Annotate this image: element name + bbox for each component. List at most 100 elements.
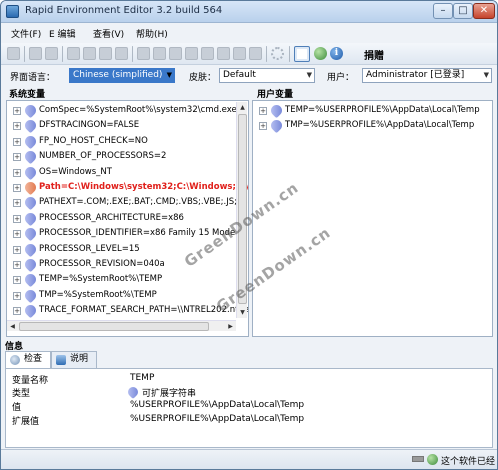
- options-bar: 界面语言： Chinese (simplified) ▼ 皮肤： Default…: [1, 66, 497, 86]
- skin-select-value: Default: [223, 70, 256, 80]
- scroll-up-icon[interactable]: ▲: [237, 102, 248, 113]
- variable-row[interactable]: + FP_NO_HOST_CHECK=NO: [7, 133, 248, 150]
- paste-icon[interactable]: [99, 47, 112, 60]
- user-label: 用户：: [327, 73, 355, 83]
- expand-icon[interactable]: +: [13, 245, 21, 254]
- variable-row[interactable]: + TEMP=%SystemRoot%\TEMP: [7, 272, 248, 288]
- variable-row[interactable]: + Path=C:\Windows\system32;C:\Windows;C:\: [7, 179, 249, 196]
- tab-inspect-label: 检查: [24, 354, 43, 364]
- expand-icon[interactable]: +: [13, 276, 21, 285]
- tag-icon[interactable]: [217, 47, 230, 60]
- variable-row[interactable]: + TMP=%USERPROFILE%\AppData\Local\Temp: [253, 117, 492, 134]
- save-icon[interactable]: [7, 47, 20, 60]
- menu-help[interactable]: 帮助(H): [136, 27, 168, 40]
- scroll-thumb[interactable]: [238, 114, 247, 304]
- expand-icon[interactable]: +: [259, 122, 267, 130]
- expand-icon[interactable]: +: [13, 230, 21, 239]
- variable-tag-icon: [22, 210, 39, 227]
- variable-row[interactable]: + OS=Windows_NT: [7, 164, 248, 180]
- expand-icon[interactable]: +: [13, 168, 21, 177]
- edit-icon[interactable]: [169, 47, 182, 60]
- variable-text: DFSTRACINGON=FALSE: [39, 120, 140, 131]
- toolbar-separator: [266, 46, 267, 62]
- language-select-value: Chinese (simplified): [73, 70, 163, 80]
- language-select[interactable]: Chinese (simplified) ▼: [69, 68, 175, 83]
- variable-text: NUMBER_OF_PROCESSORS=2: [39, 151, 167, 162]
- menu-edit[interactable]: E 编辑: [49, 27, 76, 40]
- expand-icon[interactable]: +: [13, 107, 21, 115]
- toolbar-separator: [132, 46, 133, 62]
- expand-icon[interactable]: +: [13, 122, 21, 131]
- expand-icon[interactable]: +: [13, 199, 21, 208]
- insert-file-icon[interactable]: [185, 47, 198, 60]
- maximize-button[interactable]: □: [453, 3, 473, 19]
- scroll-thumb[interactable]: [19, 322, 209, 331]
- toolbar: i: [1, 43, 497, 65]
- variable-row[interactable]: + PROCESSOR_ARCHITECTURE=x86: [7, 210, 248, 227]
- gear-icon[interactable]: [271, 47, 284, 60]
- expand-icon[interactable]: +: [13, 307, 21, 316]
- title-bar: Rapid Environment Editor 3.2 build 564 –…: [1, 1, 497, 23]
- scroll-left-icon[interactable]: ◀: [7, 321, 18, 332]
- variable-row[interactable]: + TRACE_FORMAT_SEARCH_PATH=\\NTREL202.ntd…: [7, 302, 248, 319]
- info-row: 类型 可扩展字符串: [6, 384, 492, 400]
- variable-row[interactable]: + TEMP=%USERPROFILE%\AppData\Local\Temp: [253, 102, 492, 119]
- variable-tag-icon: [268, 102, 285, 119]
- donate-button[interactable]: 捐赠: [364, 47, 384, 62]
- expand-icon[interactable]: +: [13, 291, 21, 300]
- minimize-button[interactable]: –: [433, 3, 453, 19]
- scroll-right-icon[interactable]: ▶: [225, 321, 236, 332]
- warning-tag-icon: [22, 179, 39, 196]
- expand-icon[interactable]: +: [13, 137, 21, 146]
- expand-icon[interactable]: +: [13, 261, 21, 269]
- user-select-value: Administrator [已登录]: [366, 70, 465, 80]
- cut-icon[interactable]: [67, 47, 80, 60]
- expand-icon[interactable]: +: [13, 153, 21, 162]
- window-view-icon[interactable]: [294, 46, 310, 62]
- expand-icon[interactable]: +: [13, 214, 21, 223]
- redo-icon[interactable]: [45, 47, 58, 60]
- move-up-icon[interactable]: [233, 47, 246, 60]
- info-icon[interactable]: i: [330, 47, 343, 60]
- delete-icon[interactable]: [115, 47, 128, 60]
- copy-icon[interactable]: [83, 47, 96, 60]
- variable-row[interactable]: + DFSTRACINGON=FALSE: [7, 118, 248, 134]
- info-value: %USERPROFILE%\AppData\Local\Temp: [130, 414, 305, 424]
- variable-row[interactable]: + PATHEXT=.COM;.EXE;.BAT;.CMD;.VBS;.VBE;.…: [7, 195, 248, 211]
- variable-tag-icon: [22, 287, 39, 304]
- tab-description-label: 说明: [70, 354, 89, 364]
- undo-icon[interactable]: [29, 47, 42, 60]
- tab-inspect[interactable]: 检查: [5, 351, 51, 369]
- variable-row[interactable]: + ComSpec=%SystemRoot%\system32\cmd.exe: [7, 102, 248, 119]
- new-variable-icon[interactable]: [137, 47, 150, 60]
- horizontal-scrollbar[interactable]: ◀ ▶: [7, 320, 236, 331]
- info-row: 扩展值 %USERPROFILE%\AppData\Local\Temp: [6, 413, 492, 427]
- user-vars-title: 用户变量: [257, 90, 294, 100]
- variable-text: FP_NO_HOST_CHECK=NO: [39, 135, 148, 146]
- close-button[interactable]: ✕: [473, 3, 495, 19]
- variable-tag-icon: [22, 272, 39, 288]
- menu-bar: 文件(F) E 编辑 查看(V) 帮助(H): [1, 24, 497, 42]
- expand-icon[interactable]: +: [259, 107, 267, 115]
- variable-tag-icon: [22, 102, 39, 119]
- tab-description[interactable]: 说明: [51, 351, 97, 368]
- variable-row[interactable]: + PROCESSOR_REVISION=040a: [7, 256, 248, 273]
- info-key: 扩展值: [12, 417, 40, 427]
- skin-select[interactable]: Default ▼: [219, 68, 315, 83]
- expand-icon[interactable]: +: [13, 184, 21, 192]
- variable-tag-icon: [22, 133, 39, 150]
- move-down-icon[interactable]: [249, 47, 262, 60]
- user-select[interactable]: Administrator [已登录] ▼: [362, 68, 492, 83]
- insert-folder-icon[interactable]: [201, 47, 214, 60]
- variable-row[interactable]: + NUMBER_OF_PROCESSORS=2: [7, 148, 248, 165]
- new-value-icon[interactable]: [153, 47, 166, 60]
- menu-file[interactable]: 文件(F): [11, 27, 41, 40]
- window-title: Rapid Environment Editor 3.2 build 564: [25, 5, 223, 16]
- variable-tag-icon: [22, 118, 39, 134]
- chevron-down-icon: ▼: [306, 71, 312, 79]
- scroll-down-icon[interactable]: ▼: [237, 307, 248, 318]
- info-panel: 变量名称 TEMP 类型 可扩展字符串 值 %USERPROFILE%\AppD…: [5, 368, 493, 448]
- variable-text: Path=C:\Windows\system32;C:\Windows;C:\: [39, 182, 249, 192]
- menu-view[interactable]: 查看(V): [93, 27, 124, 40]
- web-icon[interactable]: [314, 47, 327, 60]
